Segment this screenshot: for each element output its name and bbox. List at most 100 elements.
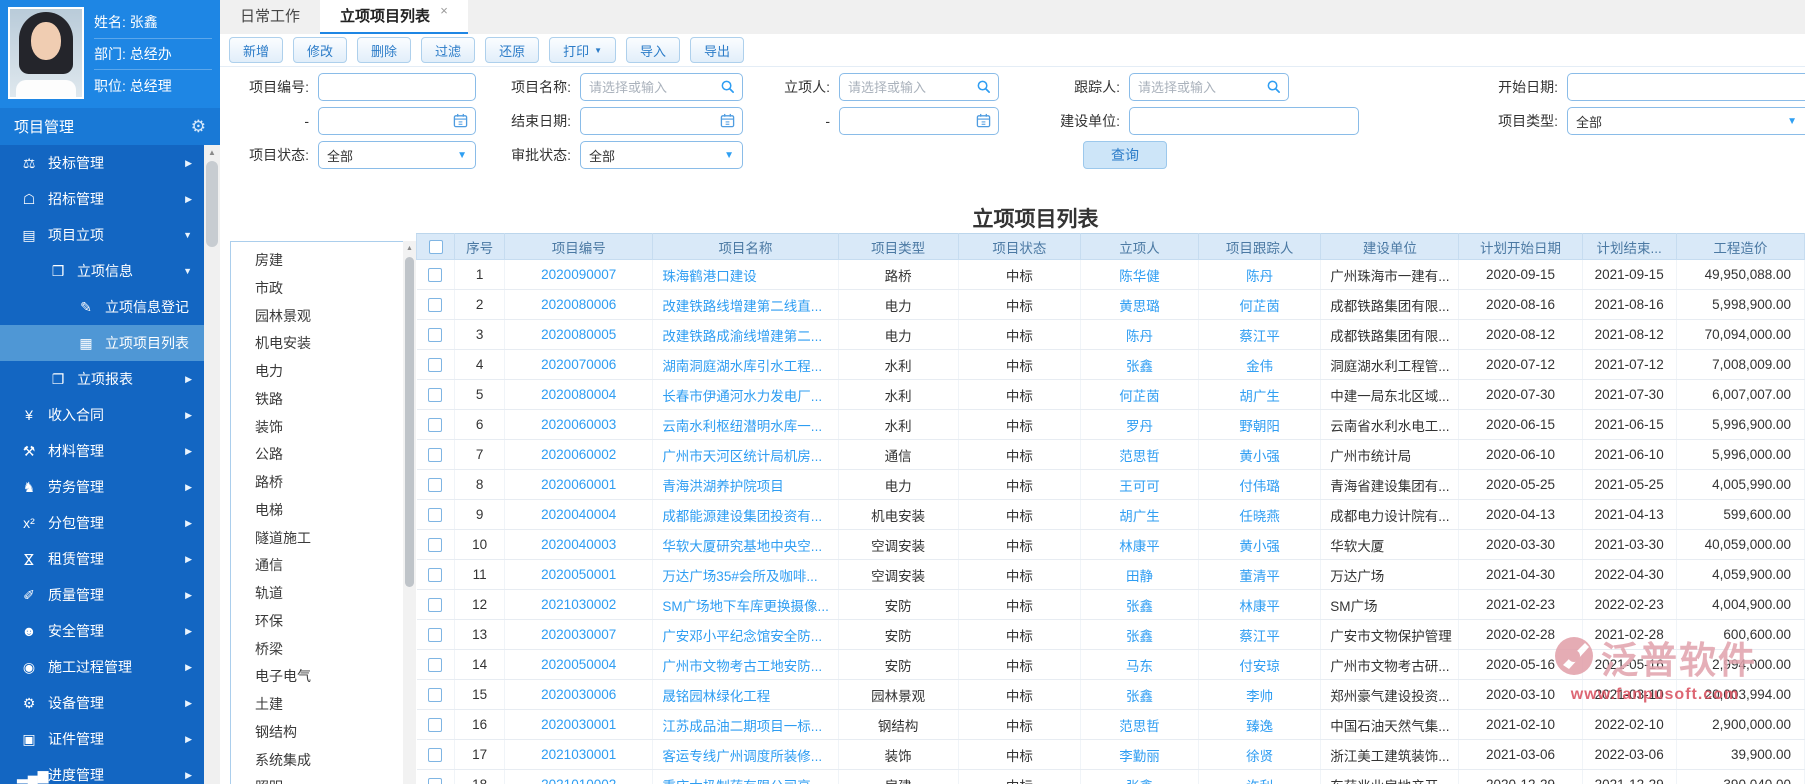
row-checkbox[interactable] xyxy=(428,478,443,493)
row-checkbox[interactable] xyxy=(428,328,443,343)
cell-name[interactable]: 青海洪湖养护院项目 xyxy=(652,469,839,500)
cell-name[interactable]: 改建铁路成渝线增建第二... xyxy=(652,319,839,350)
category-item[interactable]: 钢结构 xyxy=(231,719,403,747)
sidebar-item-施工过程管理[interactable]: ◉ 施工过程管理 ▶ xyxy=(0,649,204,685)
gear-icon[interactable]: ⚙ xyxy=(191,117,206,137)
cell-code[interactable]: 2020060003 xyxy=(504,409,654,440)
search-icon[interactable] xyxy=(1266,79,1281,97)
search-icon[interactable] xyxy=(976,79,991,97)
category-item[interactable]: 系统集成 xyxy=(231,747,403,775)
select-all-checkbox[interactable] xyxy=(428,240,443,255)
row-checkbox[interactable] xyxy=(428,418,443,433)
sidebar-item-进度管理[interactable]: ▂▄▆ 进度管理 ▶ xyxy=(0,757,204,784)
cell-code[interactable]: 2021030001 xyxy=(504,739,654,770)
cell-code[interactable]: 2020030007 xyxy=(504,619,654,650)
cell-initiator[interactable]: 罗丹 xyxy=(1080,409,1200,440)
cell-tracker[interactable]: 黄小强 xyxy=(1198,529,1322,560)
start-date-input[interactable] xyxy=(1567,73,1805,101)
cell-name[interactable]: 广州市文物考古工地安防... xyxy=(652,649,839,680)
sidebar-item-证件管理[interactable]: ▣ 证件管理 ▶ xyxy=(0,721,204,757)
cell-name[interactable]: 广州市天河区统计局机房... xyxy=(652,439,839,470)
sidebar-scrollbar-thumb[interactable] xyxy=(206,161,218,247)
category-item[interactable]: 路桥 xyxy=(231,469,403,497)
cell-code[interactable]: 2020040003 xyxy=(504,529,654,560)
cell-code[interactable]: 2021010002 xyxy=(504,769,654,784)
row-checkbox[interactable] xyxy=(428,628,443,643)
category-item[interactable]: 隧道施工 xyxy=(231,525,403,553)
cell-code[interactable]: 2020030001 xyxy=(504,709,654,740)
cell-code[interactable]: 2020080005 xyxy=(504,319,654,350)
project-type-select[interactable]: 全部 ▼ xyxy=(1567,107,1805,135)
cell-initiator[interactable]: 张鑫 xyxy=(1080,619,1200,650)
cell-code[interactable]: 2020070006 xyxy=(504,349,654,380)
cell-tracker[interactable]: 陈丹 xyxy=(1198,259,1322,290)
row-checkbox[interactable] xyxy=(428,448,443,463)
cell-code[interactable]: 2020050001 xyxy=(504,559,654,590)
row-checkbox[interactable] xyxy=(428,688,443,703)
cell-name[interactable]: 江苏成品油二期项目一标... xyxy=(652,709,839,740)
cell-tracker[interactable]: 黄小强 xyxy=(1198,439,1322,470)
row-checkbox[interactable] xyxy=(428,658,443,673)
sidebar-item-劳务管理[interactable]: ♞ 劳务管理 ▶ xyxy=(0,469,204,505)
row-checkbox[interactable] xyxy=(428,508,443,523)
cell-initiator[interactable]: 张鑫 xyxy=(1080,769,1200,784)
category-item[interactable]: 园林景观 xyxy=(231,303,403,331)
cell-tracker[interactable]: 李帅 xyxy=(1198,679,1322,710)
cell-name[interactable]: SM广场地下车库更换摄像... xyxy=(652,589,839,620)
category-item[interactable]: 公路 xyxy=(231,441,403,469)
row-checkbox[interactable] xyxy=(428,718,443,733)
calendar-icon[interactable] xyxy=(976,113,991,131)
sidebar-item-立项信息登记[interactable]: ✎ 立项信息登记 xyxy=(0,289,204,325)
calendar-icon[interactable] xyxy=(453,113,468,131)
search-button[interactable]: 查询 xyxy=(1083,141,1167,169)
cell-name[interactable]: 客运专线广州调度所装修... xyxy=(652,739,839,770)
cell-initiator[interactable]: 范思哲 xyxy=(1080,709,1200,740)
cell-tracker[interactable]: 付安琼 xyxy=(1198,649,1322,680)
initiator-input[interactable] xyxy=(839,73,999,101)
row-checkbox[interactable] xyxy=(428,568,443,583)
row-checkbox[interactable] xyxy=(428,298,443,313)
过滤-button[interactable]: 过滤 xyxy=(421,37,476,63)
cell-name[interactable]: 珠海鹤港口建设 xyxy=(652,259,839,290)
导入-button[interactable]: 导入 xyxy=(626,37,681,63)
category-item[interactable]: 机电安装 xyxy=(231,330,403,358)
cell-tracker[interactable]: 金伟 xyxy=(1198,349,1322,380)
cell-tracker[interactable]: 任晓燕 xyxy=(1198,499,1322,530)
打印-button[interactable]: 打印 ▼ xyxy=(549,37,617,63)
cell-name[interactable]: 万达广场35#会所及咖啡... xyxy=(652,559,839,590)
cell-initiator[interactable]: 张鑫 xyxy=(1080,679,1200,710)
sidebar-item-质量管理[interactable]: ✐ 质量管理 ▶ xyxy=(0,577,204,613)
cell-code[interactable]: 2020090007 xyxy=(504,259,654,290)
sidebar-item-项目立项[interactable]: ▤ 项目立项 ▼ xyxy=(0,217,204,253)
cell-initiator[interactable]: 陈丹 xyxy=(1080,319,1200,350)
project-name-input[interactable] xyxy=(580,73,743,101)
search-icon[interactable] xyxy=(720,79,735,97)
category-item[interactable]: 轨道 xyxy=(231,580,403,608)
cell-name[interactable]: 晟铭园林绿化工程 xyxy=(652,679,839,710)
scroll-up-icon[interactable]: ▲ xyxy=(403,241,416,254)
row-checkbox[interactable] xyxy=(428,778,443,784)
cell-tracker[interactable]: 董清平 xyxy=(1198,559,1322,590)
cell-name[interactable]: 广安邓小平纪念馆安全防... xyxy=(652,619,839,650)
sidebar-item-立项报表[interactable]: ❐ 立项报表 ▶ xyxy=(0,361,204,397)
cell-initiator[interactable]: 何芷茵 xyxy=(1080,379,1200,410)
tracker-input[interactable] xyxy=(1129,73,1289,101)
sidebar-item-投标管理[interactable]: ⚖ 投标管理 ▶ xyxy=(0,145,204,181)
sidebar-item-收入合同[interactable]: ¥ 收入合同 ▶ xyxy=(0,397,204,433)
新增-button[interactable]: 新增 xyxy=(229,37,284,63)
sidebar-item-材料管理[interactable]: ⚒ 材料管理 ▶ xyxy=(0,433,204,469)
category-item[interactable]: 土建 xyxy=(231,691,403,719)
start-date-to-input[interactable] xyxy=(318,107,476,135)
table-scrollbar-thumb[interactable] xyxy=(405,257,414,587)
cell-tracker[interactable]: 付伟璐 xyxy=(1198,469,1322,500)
cell-initiator[interactable]: 马东 xyxy=(1080,649,1200,680)
cell-tracker[interactable]: 林康平 xyxy=(1198,589,1322,620)
category-item[interactable]: 市政 xyxy=(231,275,403,303)
cell-name[interactable]: 成都能源建设集团投资有... xyxy=(652,499,839,530)
build-unit-input[interactable] xyxy=(1129,107,1359,135)
cell-code[interactable]: 2020030006 xyxy=(504,679,654,710)
cell-code[interactable]: 2020080006 xyxy=(504,289,654,320)
category-item[interactable]: 电子电气 xyxy=(231,663,403,691)
sidebar-scrollbar[interactable]: ▲ xyxy=(204,145,220,784)
导出-button[interactable]: 导出 xyxy=(690,37,745,63)
